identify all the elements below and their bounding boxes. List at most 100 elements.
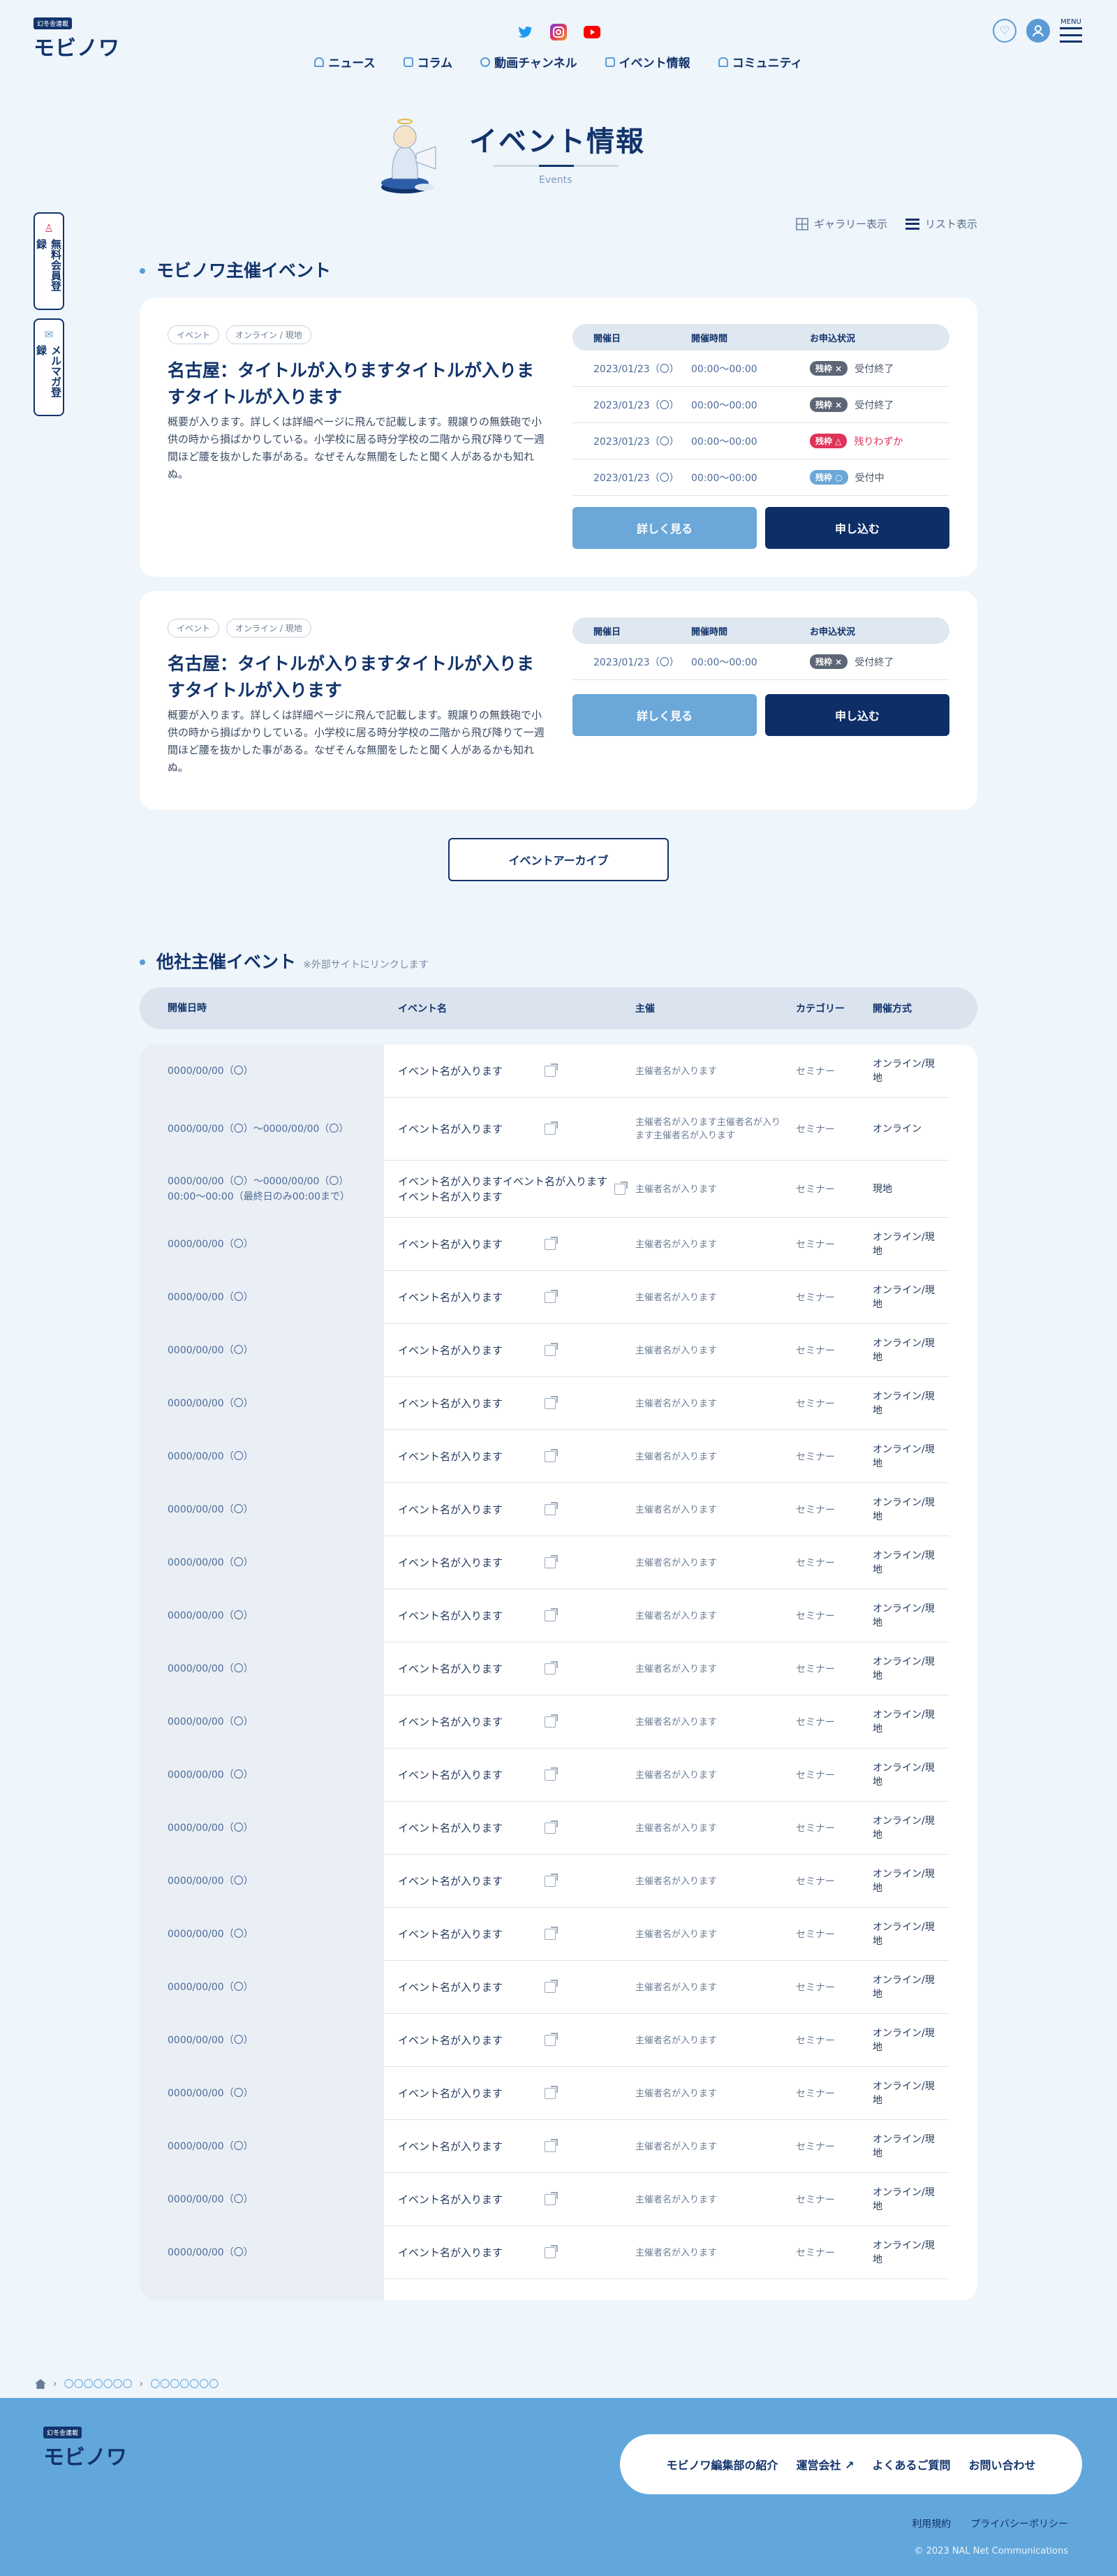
- table-row[interactable]: 0000/00/00（〇） イベント名が入ります 主催者名が入ります セミナー オンライ…: [140, 1589, 977, 1642]
- event-name-cell[interactable]: イベント名が入ります: [384, 2139, 635, 2154]
- archive-button[interactable]: イベントアーカイブ: [448, 838, 669, 881]
- table-row[interactable]: 0000/00/00（〇） イベント名が入ります 主催者名が入ります セミナー オンライ…: [140, 1749, 977, 1802]
- breadcrumb-item[interactable]: 〇〇〇〇〇〇〇: [150, 2377, 219, 2391]
- table-row[interactable]: 0000/00/00（〇） イベント名が入ります 主催者名が入ります セミナー オンライ…: [140, 1802, 977, 1855]
- event-name-cell[interactable]: イベント名が入ります: [384, 1555, 635, 1570]
- table-row[interactable]: 0000/00/00（〇） イベント名が入ります 主催者名が入ります セミナー オンライ…: [140, 1324, 977, 1377]
- event-title[interactable]: 名古屋：タイトルが入りますタイトルが入りますタイトルが入ります: [168, 651, 545, 704]
- event-name-cell[interactable]: イベント名が入ります: [384, 1063, 635, 1079]
- event-name-cell[interactable]: イベント名が入ります: [384, 1714, 635, 1730]
- table-row[interactable]: 0000/00/00（〇） イベント名が入ります 主催者名が入ります セミナー オンライ…: [140, 1045, 977, 1098]
- apply-button[interactable]: 申し込む: [765, 694, 949, 736]
- col-category: カテゴリー: [796, 1003, 845, 1015]
- twitter-icon[interactable]: [517, 24, 533, 41]
- event-name-cell[interactable]: イベント名が入ります: [384, 2245, 635, 2260]
- terms-link[interactable]: 利用規約: [912, 2517, 951, 2531]
- event-name-cell[interactable]: イベント名が入ります: [384, 2033, 635, 2048]
- user-icon[interactable]: [1026, 18, 1050, 43]
- table-row[interactable]: 0000/00/00（〇） イベント名が入ります 主催者名が入ります セミナー オンライ…: [140, 1536, 977, 1589]
- event-name-cell[interactable]: イベント名が入ります: [384, 1449, 635, 1464]
- event-category: セミナー: [796, 1823, 835, 1834]
- event-name-cell[interactable]: イベント名が入ります: [384, 1343, 635, 1358]
- other-events-heading: 他社主催イベント ※外部サイトにリンクします: [140, 948, 429, 973]
- event-name: イベント名が入ります: [398, 1065, 503, 1077]
- event-format: オンライン/現地: [873, 2081, 935, 2106]
- event-name-cell[interactable]: イベント名が入ります: [384, 1767, 635, 1783]
- event-name-cell[interactable]: イベント名が入ります: [384, 1874, 635, 1889]
- event-datetime: 0000/00/00（〇）: [168, 1663, 253, 1675]
- event-organizer: 主催者名が入ります主催者名が入ります主催者名が入ります: [635, 1117, 781, 1141]
- col-status: お申込状況: [810, 626, 856, 638]
- table-row[interactable]: 0000/00/00（〇）〜0000/00/00（〇）00:00〜00:00（最…: [140, 1161, 977, 1218]
- breadcrumb-item[interactable]: 〇〇〇〇〇〇〇: [64, 2377, 133, 2391]
- table-row[interactable]: 0000/00/00（〇） イベント名が入ります 主催者名が入ります セミナー オンライ…: [140, 1483, 977, 1536]
- table-row[interactable]: 0000/00/00（〇） イベント名が入ります 主催者名が入ります セミナー オンライ…: [140, 2173, 977, 2226]
- event-name-cell[interactable]: イベント名が入ります: [384, 1608, 635, 1624]
- gallery-view-button[interactable]: ギャラリー表示: [795, 216, 887, 231]
- event-name-cell[interactable]: イベント名が入ります: [384, 2192, 635, 2207]
- event-name-cell[interactable]: イベント名が入ります: [384, 1927, 635, 1942]
- table-row[interactable]: 0000/00/00（〇） イベント名が入ります 主催者名が入ります セミナー オンライ…: [140, 1908, 977, 1961]
- nav-news[interactable]: ニュース: [314, 53, 376, 71]
- table-row[interactable]: 0000/00/00（〇） イベント名が入ります 主催者名が入ります セミナー オンライ…: [140, 1695, 977, 1749]
- event-name-cell[interactable]: イベント名が入ります: [384, 2086, 635, 2101]
- event-tag: オンライン / 現地: [226, 325, 311, 344]
- event-name-cell[interactable]: イベント名が入ります: [384, 1980, 635, 1995]
- list-view-button[interactable]: リスト表示: [905, 216, 977, 231]
- event-name: イベント名が入ります: [398, 1769, 503, 1781]
- schedule-row: 2023/01/23（〇） 00:00〜00:00 残枠 × 受付終了: [572, 387, 949, 423]
- newsletter-tab[interactable]: ✉ メルマガ登録: [34, 318, 64, 416]
- global-nav: ニュース コラム 動画チャンネル イベント情報 コミュニティ: [0, 53, 1117, 71]
- table-row[interactable]: 0000/00/00（〇）〜0000/00/00（〇） イベント名が入ります 主催者…: [140, 1098, 977, 1161]
- instagram-icon[interactable]: [550, 24, 567, 41]
- signup-tab[interactable]: ♙ 無料会員登録: [34, 212, 64, 310]
- event-name-cell[interactable]: イベント名が入ります: [384, 1290, 635, 1305]
- privacy-link[interactable]: プライバシーポリシー: [970, 2517, 1068, 2531]
- table-row[interactable]: 0000/00/00（〇） イベント名が入ります 主催者名が入ります セミナー オンライ…: [140, 1642, 977, 1695]
- event-name-cell[interactable]: イベント名が入ります: [384, 1661, 635, 1677]
- hamburger-icon: [1060, 27, 1082, 43]
- event-organizer: 主催者名が入ります: [635, 1451, 718, 1462]
- details-button[interactable]: 詳しく見る: [572, 507, 757, 549]
- menu-button[interactable]: MENU: [1060, 18, 1082, 43]
- table-row[interactable]: 0000/00/00（〇） イベント名が入ります 主催者名が入ります セミナー オンライ…: [140, 1271, 977, 1324]
- table-row[interactable]: 0000/00/00（〇） イベント名が入ります 主催者名が入ります セミナー オンライ…: [140, 2067, 977, 2120]
- home-icon[interactable]: [35, 2379, 46, 2389]
- youtube-icon[interactable]: [584, 26, 600, 38]
- event-category: セミナー: [796, 1239, 835, 1251]
- table-row[interactable]: 0000/00/00（〇） イベント名が入ります 主催者名が入ります セミナー オンライ…: [140, 1430, 977, 1483]
- apply-button[interactable]: 申し込む: [765, 507, 949, 549]
- table-row[interactable]: 0000/00/00（〇） イベント名が入ります 主催者名が入ります セミナー オンライ…: [140, 1377, 977, 1430]
- nav-column[interactable]: コラム: [403, 53, 452, 71]
- table-row[interactable]: 0000/00/00（〇） イベント名が入ります 主催者名が入ります セミナー オンライ…: [140, 2226, 977, 2279]
- event-category: セミナー: [796, 1066, 835, 1077]
- event-name-cell[interactable]: イベント名が入ります: [384, 1502, 635, 1517]
- footer-link-about[interactable]: モビノワ編集部の紹介: [666, 2456, 778, 2473]
- nav-video[interactable]: 動画チャンネル: [480, 53, 577, 71]
- footer-link-contact[interactable]: お問い合わせ: [969, 2456, 1036, 2473]
- nav-events[interactable]: イベント情報: [605, 53, 690, 71]
- event-name-cell[interactable]: イベント名が入りますイベント名が入りますイベント名が入ります: [384, 1174, 635, 1205]
- nav-community[interactable]: コミュニティ: [718, 53, 803, 71]
- page-hero: イベント情報 Events: [0, 105, 1117, 196]
- table-row[interactable]: 0000/00/00（〇） イベント名が入ります 主催者名が入ります セミナー オンライ…: [140, 1855, 977, 1908]
- table-row[interactable]: 0000/00/00（〇） イベント名が入ります 主催者名が入ります セミナー オンライ…: [140, 1961, 977, 2014]
- footer-logo[interactable]: 幻冬舎連載 モビノワ: [43, 2424, 127, 2471]
- external-link-icon: [545, 1502, 558, 1515]
- event-name-cell[interactable]: イベント名が入ります: [384, 1820, 635, 1836]
- event-actions: 詳しく見る 申し込む: [572, 507, 949, 549]
- event-name-cell[interactable]: イベント名が入ります: [384, 1121, 635, 1137]
- event-name-cell[interactable]: イベント名が入ります: [384, 1396, 635, 1411]
- event-name-cell[interactable]: イベント名が入ります: [384, 1237, 635, 1252]
- table-row[interactable]: 0000/00/00（〇） イベント名が入ります 主催者名が入ります セミナー オンライ…: [140, 2014, 977, 2067]
- external-link-icon: [545, 1396, 558, 1409]
- event-format: オンライン/現地: [873, 2134, 935, 2159]
- event-title[interactable]: 名古屋：タイトルが入りますタイトルが入りますタイトルが入ります: [168, 358, 545, 411]
- favorite-icon[interactable]: ♡: [993, 18, 1016, 43]
- footer-link-company[interactable]: 運営会社 ↗: [796, 2456, 854, 2473]
- table-row[interactable]: 0000/00/00（〇） イベント名が入ります 主催者名が入ります セミナー オンライ…: [140, 2120, 977, 2173]
- details-button[interactable]: 詳しく見る: [572, 694, 757, 736]
- footer-link-faq[interactable]: よくあるご質問: [872, 2456, 950, 2473]
- schedule-row: 2023/01/23（〇） 00:00〜00:00 残枠 ○ 受付中: [572, 459, 949, 496]
- table-row[interactable]: 0000/00/00（〇） イベント名が入ります 主催者名が入ります セミナー オンライ…: [140, 1218, 977, 1271]
